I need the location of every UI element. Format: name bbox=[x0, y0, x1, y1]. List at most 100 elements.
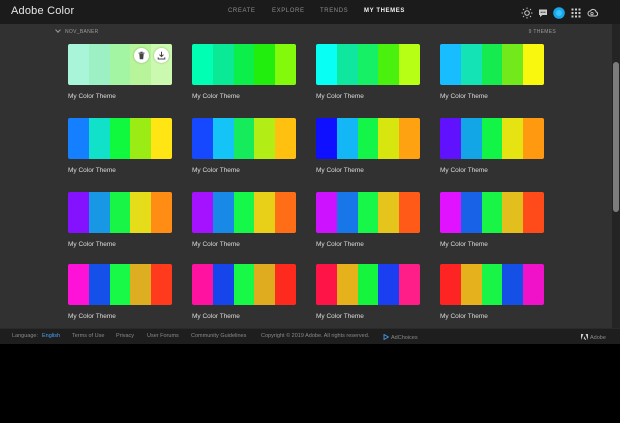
theme-swatch[interactable] bbox=[440, 118, 544, 159]
theme-swatch[interactable] bbox=[316, 44, 420, 85]
theme-swatch[interactable] bbox=[440, 192, 544, 233]
theme-name[interactable]: My Color Theme bbox=[192, 93, 296, 100]
theme-swatch[interactable] bbox=[316, 118, 420, 159]
theme-card[interactable]: My Color Theme bbox=[316, 118, 420, 174]
color-swatch bbox=[68, 44, 89, 85]
theme-card[interactable]: My Color Theme bbox=[192, 118, 296, 174]
theme-swatch[interactable] bbox=[192, 44, 296, 85]
theme-card[interactable]: My Color Theme bbox=[316, 192, 420, 248]
theme-name[interactable]: My Color Theme bbox=[316, 167, 420, 174]
theme-name[interactable]: My Color Theme bbox=[316, 313, 420, 320]
nav-trends[interactable]: TRENDS bbox=[320, 8, 348, 14]
color-swatch bbox=[357, 118, 379, 159]
theme-name[interactable]: My Color Theme bbox=[440, 313, 544, 320]
color-swatch bbox=[336, 264, 358, 305]
theme-card[interactable]: My Color Theme bbox=[440, 264, 544, 320]
theme-card[interactable]: My Color Theme bbox=[316, 264, 420, 320]
nav-create[interactable]: CREATE bbox=[228, 8, 256, 14]
theme-card[interactable]: My Color Theme bbox=[440, 44, 544, 100]
theme-name[interactable]: My Color Theme bbox=[440, 241, 544, 248]
theme-name[interactable]: My Color Theme bbox=[316, 93, 420, 100]
color-swatch bbox=[460, 192, 482, 233]
footer-link-forums[interactable]: User Forums bbox=[147, 333, 179, 339]
theme-name[interactable]: My Color Theme bbox=[440, 167, 544, 174]
theme-swatch[interactable] bbox=[440, 264, 544, 305]
user-avatar-icon[interactable] bbox=[553, 6, 565, 19]
color-swatch bbox=[212, 192, 234, 233]
theme-name[interactable]: My Color Theme bbox=[68, 167, 172, 174]
copyright: Copyright © 2019 Adobe. All rights reser… bbox=[261, 333, 370, 339]
theme-card[interactable]: My Color Theme bbox=[192, 192, 296, 248]
trash-icon bbox=[138, 51, 145, 60]
theme-card[interactable]: My Color Theme bbox=[192, 44, 296, 100]
color-swatch bbox=[440, 264, 461, 305]
theme-name[interactable]: My Color Theme bbox=[68, 241, 172, 248]
theme-card[interactable]: My Color Theme bbox=[68, 44, 172, 100]
themes-library: NOV_BANER 9 THEMES My Color Theme My Colo… bbox=[0, 24, 612, 328]
color-swatch bbox=[254, 264, 276, 305]
color-swatch bbox=[275, 44, 296, 85]
theme-count: 9 THEMES bbox=[528, 29, 556, 35]
adobe-link[interactable]: Adobe bbox=[581, 333, 606, 341]
nav-explore[interactable]: EXPLORE bbox=[272, 8, 305, 14]
creative-cloud-icon[interactable] bbox=[587, 6, 599, 18]
footer-link-privacy[interactable]: Privacy bbox=[116, 333, 134, 339]
theme-swatch[interactable] bbox=[68, 192, 172, 233]
footer-link-guidelines[interactable]: Community Guidelines bbox=[191, 333, 246, 339]
theme-name[interactable]: My Color Theme bbox=[68, 93, 172, 100]
theme-swatch[interactable] bbox=[440, 44, 544, 85]
theme-swatch[interactable] bbox=[192, 264, 296, 305]
download-theme-button[interactable] bbox=[154, 48, 169, 63]
color-swatch bbox=[357, 44, 379, 85]
color-swatch bbox=[233, 264, 255, 305]
theme-card[interactable]: My Color Theme bbox=[68, 192, 172, 248]
nav-my-themes[interactable]: MY THEMES bbox=[364, 8, 405, 14]
theme-name[interactable]: My Color Theme bbox=[192, 241, 296, 248]
theme-card[interactable]: My Color Theme bbox=[440, 192, 544, 248]
theme-name[interactable]: My Color Theme bbox=[68, 313, 172, 320]
color-swatch bbox=[399, 192, 420, 233]
theme-card[interactable]: My Color Theme bbox=[192, 264, 296, 320]
color-swatch bbox=[254, 192, 276, 233]
delete-theme-button[interactable] bbox=[134, 48, 149, 63]
theme-card[interactable]: My Color Theme bbox=[440, 118, 544, 174]
theme-card[interactable]: My Color Theme bbox=[68, 264, 172, 320]
color-swatch bbox=[523, 44, 544, 85]
theme-name[interactable]: My Color Theme bbox=[440, 93, 544, 100]
color-swatch bbox=[88, 44, 110, 85]
theme-name[interactable]: My Color Theme bbox=[192, 167, 296, 174]
color-swatch bbox=[212, 44, 234, 85]
theme-name[interactable]: My Color Theme bbox=[316, 241, 420, 248]
theme-card[interactable]: My Color Theme bbox=[68, 118, 172, 174]
apps-grid-icon[interactable] bbox=[570, 6, 582, 18]
library-folder-toggle[interactable]: NOV_BANER bbox=[55, 27, 99, 35]
sun-icon[interactable] bbox=[521, 6, 533, 19]
adchoices-link[interactable]: AdChoices bbox=[383, 333, 418, 341]
color-swatch bbox=[440, 192, 461, 233]
theme-card[interactable]: My Color Theme bbox=[316, 44, 420, 100]
theme-swatch[interactable] bbox=[68, 118, 172, 159]
theme-swatch[interactable] bbox=[68, 264, 172, 305]
color-swatch bbox=[151, 264, 172, 305]
scrollbar[interactable] bbox=[612, 24, 620, 328]
color-swatch bbox=[336, 192, 358, 233]
color-swatch bbox=[88, 118, 110, 159]
color-swatch bbox=[233, 118, 255, 159]
footer-link-terms[interactable]: Terms of Use bbox=[72, 333, 104, 339]
color-swatch bbox=[130, 264, 152, 305]
theme-name[interactable]: My Color Theme bbox=[192, 313, 296, 320]
color-swatch bbox=[440, 44, 461, 85]
color-swatch bbox=[481, 118, 503, 159]
color-swatch bbox=[523, 264, 544, 305]
theme-swatch[interactable] bbox=[192, 118, 296, 159]
scrollbar-thumb[interactable] bbox=[613, 62, 619, 212]
chat-icon[interactable] bbox=[537, 6, 549, 18]
adobe-logo-icon bbox=[581, 334, 588, 340]
language-selector[interactable]: English bbox=[42, 333, 60, 339]
theme-swatch[interactable] bbox=[316, 192, 420, 233]
color-swatch bbox=[109, 264, 131, 305]
theme-swatch[interactable] bbox=[192, 192, 296, 233]
theme-swatch[interactable] bbox=[316, 264, 420, 305]
color-swatch bbox=[460, 264, 482, 305]
color-swatch bbox=[378, 264, 400, 305]
